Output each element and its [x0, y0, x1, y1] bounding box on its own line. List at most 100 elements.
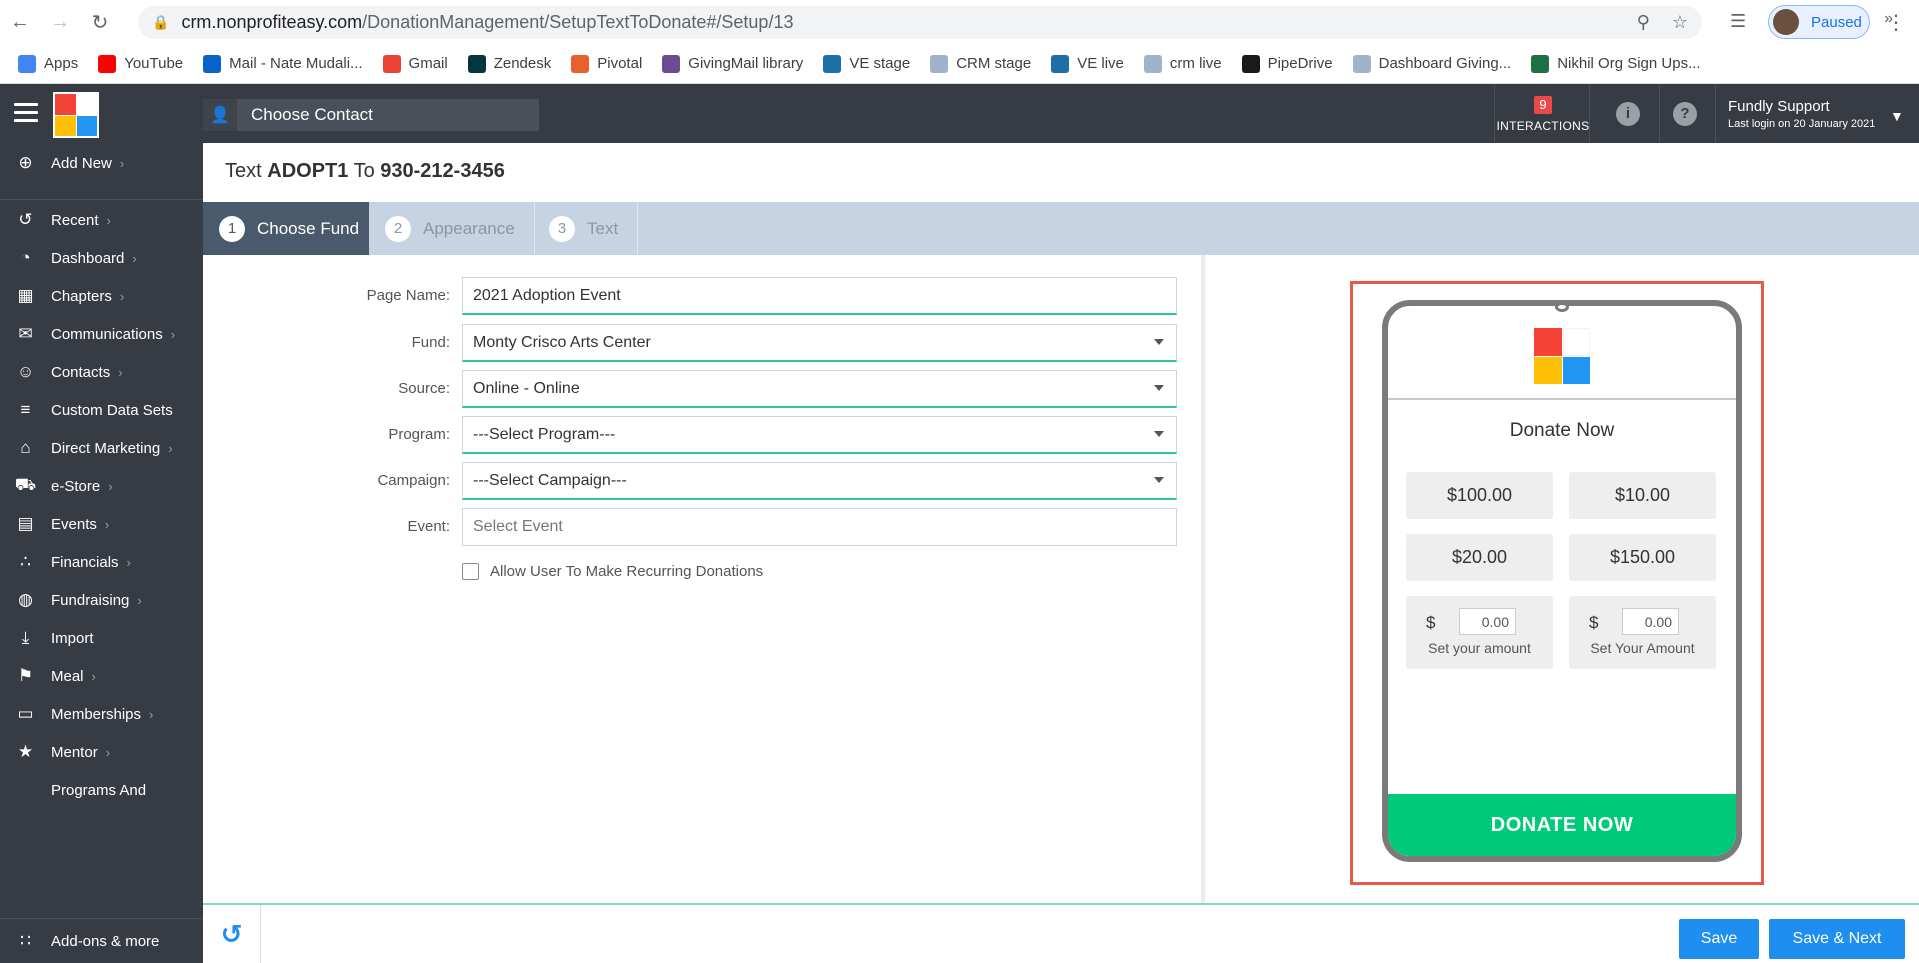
bookmark-item[interactable]: VE live	[1051, 54, 1124, 73]
save-button[interactable]: Save	[1679, 919, 1759, 959]
sidebar-item-label: Memberships	[51, 705, 142, 723]
address-bar[interactable]: 🔒 crm.nonprofiteasy.com/DonationManageme…	[138, 6, 1702, 39]
bookmark-item[interactable]: VE stage	[823, 54, 910, 73]
sidebar-item-meal[interactable]: ⚑ Meal ›	[0, 656, 203, 696]
tab-text[interactable]: 3 Text	[535, 202, 637, 255]
footer-bar: ↺ Save Save & Next	[203, 903, 1919, 963]
caret-down-icon	[1154, 431, 1164, 437]
sidebar-item-label: Fundraising	[51, 591, 130, 609]
tab-appearance[interactable]: 2 Appearance	[369, 202, 534, 255]
sidebar-item-fundraising[interactable]: ◍ Fundraising ›	[0, 580, 203, 620]
moneybag-icon: ◍	[18, 590, 33, 609]
chevron-right-icon: ›	[137, 592, 142, 608]
save-next-button[interactable]: Save & Next	[1769, 919, 1905, 959]
reload-icon[interactable]: ↻	[80, 0, 120, 44]
sidebar-item-mentor[interactable]: ★ Mentor ›	[0, 732, 203, 772]
google-icon	[382, 54, 401, 73]
plus-circle-icon: ⊕	[18, 153, 33, 172]
bookmarks-bar: Apps YouTube Mail - Nate Mudali... Gmail Zen…	[0, 44, 1919, 84]
page-title: Text ADOPT1 To 930-212-3456	[225, 160, 505, 182]
tab-choose-fund[interactable]: 1 Choose Fund	[203, 202, 369, 255]
sidebar-item-memberships[interactable]: ▭ Memberships ›	[0, 694, 203, 734]
reading-list-icon[interactable]: ☰	[1730, 11, 1746, 32]
help-icon[interactable]: ?	[1673, 102, 1697, 126]
sidebar-item-label: Add New	[51, 154, 112, 172]
chevron-right-icon: ›	[132, 250, 137, 266]
caret-down-icon[interactable]: ▼	[1890, 108, 1904, 124]
amount-option[interactable]: $10.00	[1569, 472, 1716, 519]
choose-contact-label: Choose Contact	[251, 105, 373, 124]
campaign-select[interactable]: ---Select Campaign---	[462, 462, 1177, 500]
bookmark-item[interactable]: PipeDrive	[1241, 54, 1333, 73]
phone-number: 930-212-3456	[380, 160, 505, 182]
bookmark-item[interactable]: crm live	[1143, 54, 1222, 73]
zoom-icon[interactable]: ⚲	[1637, 12, 1650, 33]
sidebar-item-label: Import	[51, 629, 94, 647]
ve-icon	[1051, 54, 1070, 73]
utensils-icon: ⚑	[17, 666, 34, 685]
bookmark-item[interactable]: Mail - Nate Mudali...	[203, 54, 363, 73]
profile-button[interactable]: Paused	[1768, 5, 1870, 39]
person-icon: 👤	[203, 99, 237, 131]
more-bookmarks-icon[interactable]: »	[1884, 10, 1893, 28]
custom-amount-input[interactable]: 0.00	[1459, 608, 1516, 635]
bookmark-item[interactable]: Gmail	[382, 54, 448, 73]
bookmark-star-icon[interactable]: ☆	[1672, 12, 1688, 33]
bookmark-item[interactable]: Zendesk	[467, 54, 551, 73]
bookmark-item[interactable]: Apps	[18, 54, 78, 73]
hamburger-menu-icon[interactable]	[14, 103, 38, 123]
bookmark-item[interactable]: Dashboard Giving...	[1352, 54, 1511, 73]
interactions-button[interactable]: 9 INTERACTIONS	[1494, 84, 1590, 143]
sidebar-item-add-new[interactable]: ⊕ Add New ›	[0, 143, 203, 183]
sidebar: ∷ Add-ons & more ⊕ Add New › ↺ Recent › ◔ Dashb…	[0, 143, 203, 963]
info-icon[interactable]: i	[1616, 102, 1640, 126]
amount-option[interactable]: $100.00	[1406, 472, 1553, 519]
page-name-input[interactable]: 2021 Adoption Event	[462, 277, 1177, 315]
sidebar-item-dashboard[interactable]: ◔ Dashboard ›	[0, 238, 203, 278]
event-input[interactable]: Select Event	[462, 508, 1177, 546]
program-select[interactable]: ---Select Program---	[462, 416, 1177, 454]
custom-amount-input[interactable]: 0.00	[1622, 608, 1679, 635]
addons-button[interactable]: ∷ Add-ons & more	[0, 918, 203, 963]
money-icon: ∴	[20, 552, 31, 571]
recurring-option: Allow User To Make Recurring Donations	[462, 563, 763, 580]
source-label: Source:	[398, 380, 450, 397]
amount-option[interactable]: $20.00	[1406, 534, 1553, 581]
fund-select[interactable]: Monty Crisco Arts Center	[462, 324, 1177, 362]
org-logo[interactable]	[53, 92, 99, 138]
recurring-checkbox[interactable]	[462, 563, 479, 580]
chevron-right-icon: ›	[149, 706, 154, 722]
undo-back-icon[interactable]: ↺	[203, 905, 261, 963]
forward-arrow-icon[interactable]: →	[40, 0, 80, 44]
sidebar-item-import[interactable]: ⤓ Import	[0, 618, 203, 658]
back-arrow-icon[interactable]: ←	[0, 0, 40, 44]
custom-amount-1: $ 0.00 Set your amount	[1406, 596, 1553, 669]
bookmark-item[interactable]: GivingMail library	[662, 54, 803, 73]
bookmark-item[interactable]: Nikhil Org Sign Ups...	[1531, 54, 1701, 73]
sidebar-item-recent[interactable]: ↺ Recent ›	[0, 200, 203, 240]
chevron-right-icon: ›	[119, 155, 125, 171]
source-select[interactable]: Online - Online	[462, 370, 1177, 408]
phone-preview: Donate Now $100.00 $10.00 $20.00 $150.00…	[1382, 300, 1742, 862]
user-menu[interactable]: Fundly Support Last login on 20 January …	[1728, 98, 1875, 130]
amount-option[interactable]: $150.00	[1569, 534, 1716, 581]
avatar	[1773, 9, 1799, 35]
interactions-count-badge: 9	[1534, 96, 1552, 114]
custom-amount-2: $ 0.00 Set Your Amount	[1569, 596, 1716, 669]
last-login: Last login on 20 January 2021	[1728, 118, 1876, 130]
bookmark-item[interactable]: CRM stage	[930, 54, 1031, 73]
pipedrive-icon	[1241, 54, 1260, 73]
sidebar-item-programs-and[interactable]: Programs And	[0, 770, 203, 810]
pivotal-icon	[571, 54, 590, 73]
choose-contact-search[interactable]: 👤 Choose Contact	[203, 99, 539, 131]
source-row: Source: Online - Online	[0, 370, 1200, 410]
donate-now-button[interactable]: DONATE NOW	[1388, 794, 1736, 856]
outlook-icon	[203, 54, 222, 73]
bookmark-item[interactable]: YouTube	[98, 54, 183, 73]
sidebar-item-financials[interactable]: ∴ Financials ›	[0, 542, 203, 582]
bookmark-item[interactable]: Pivotal	[571, 54, 642, 73]
chevron-right-icon: ›	[105, 744, 111, 760]
chevron-right-icon: ›	[126, 554, 131, 570]
caret-down-icon	[1154, 477, 1164, 483]
apps-grid-icon	[18, 54, 36, 73]
